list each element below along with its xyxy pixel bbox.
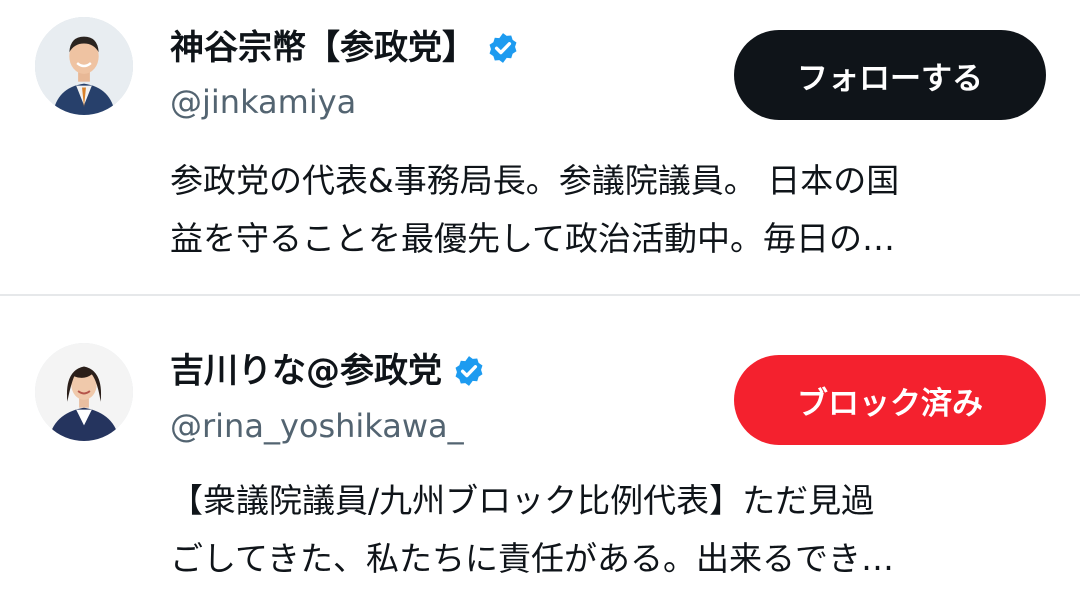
name-row: 神谷宗幣【参政党】 (170, 23, 520, 73)
blocked-button[interactable]: ブロック済み (734, 355, 1046, 445)
display-name[interactable]: 神谷宗幣【参政党】 (170, 23, 476, 73)
avatar-image (35, 17, 133, 115)
avatar[interactable] (35, 17, 133, 115)
bio: 【衆議院議員/九州ブロック比例代表】ただ見過 ごしてきた、私たちに責任がある。出… (170, 472, 1050, 588)
bio-line: 【衆議院議員/九州ブロック比例代表】ただ見過 (170, 481, 875, 520)
bio-line: ごしてきた、私たちに責任がある。出来るでき… (170, 539, 895, 578)
handle: @jinkamiya (170, 83, 357, 121)
handle: @rina_yoshikawa_ (170, 407, 464, 445)
user-list: 神谷宗幣【参政党】 @jinkamiya フォローする 参政党の代表&事務局長。… (0, 0, 1080, 603)
name-row: 吉川りな@参政党 (170, 346, 486, 396)
display-name[interactable]: 吉川りな@参政党 (170, 346, 442, 396)
bio-line: 益を守ることを最優先して政治活動中。毎日の… (170, 219, 896, 258)
avatar-image (35, 343, 133, 441)
user-cell-jinkamiya[interactable]: 神谷宗幣【参政党】 @jinkamiya フォローする 参政党の代表&事務局長。… (0, 0, 1080, 294)
bio-line: 参政党の代表&事務局長。参議院議員。 日本の国 (170, 161, 900, 200)
avatar[interactable] (35, 343, 133, 441)
verified-badge-icon (452, 354, 486, 388)
verified-badge-icon (486, 31, 520, 65)
follow-button[interactable]: フォローする (734, 30, 1046, 120)
user-cell-rina-yoshikawa[interactable]: 吉川りな@参政党 @rina_yoshikawa_ ブロック済み 【衆議院議員/… (0, 296, 1080, 603)
bio: 参政党の代表&事務局長。参議院議員。 日本の国 益を守ることを最優先して政治活動… (170, 152, 1050, 268)
